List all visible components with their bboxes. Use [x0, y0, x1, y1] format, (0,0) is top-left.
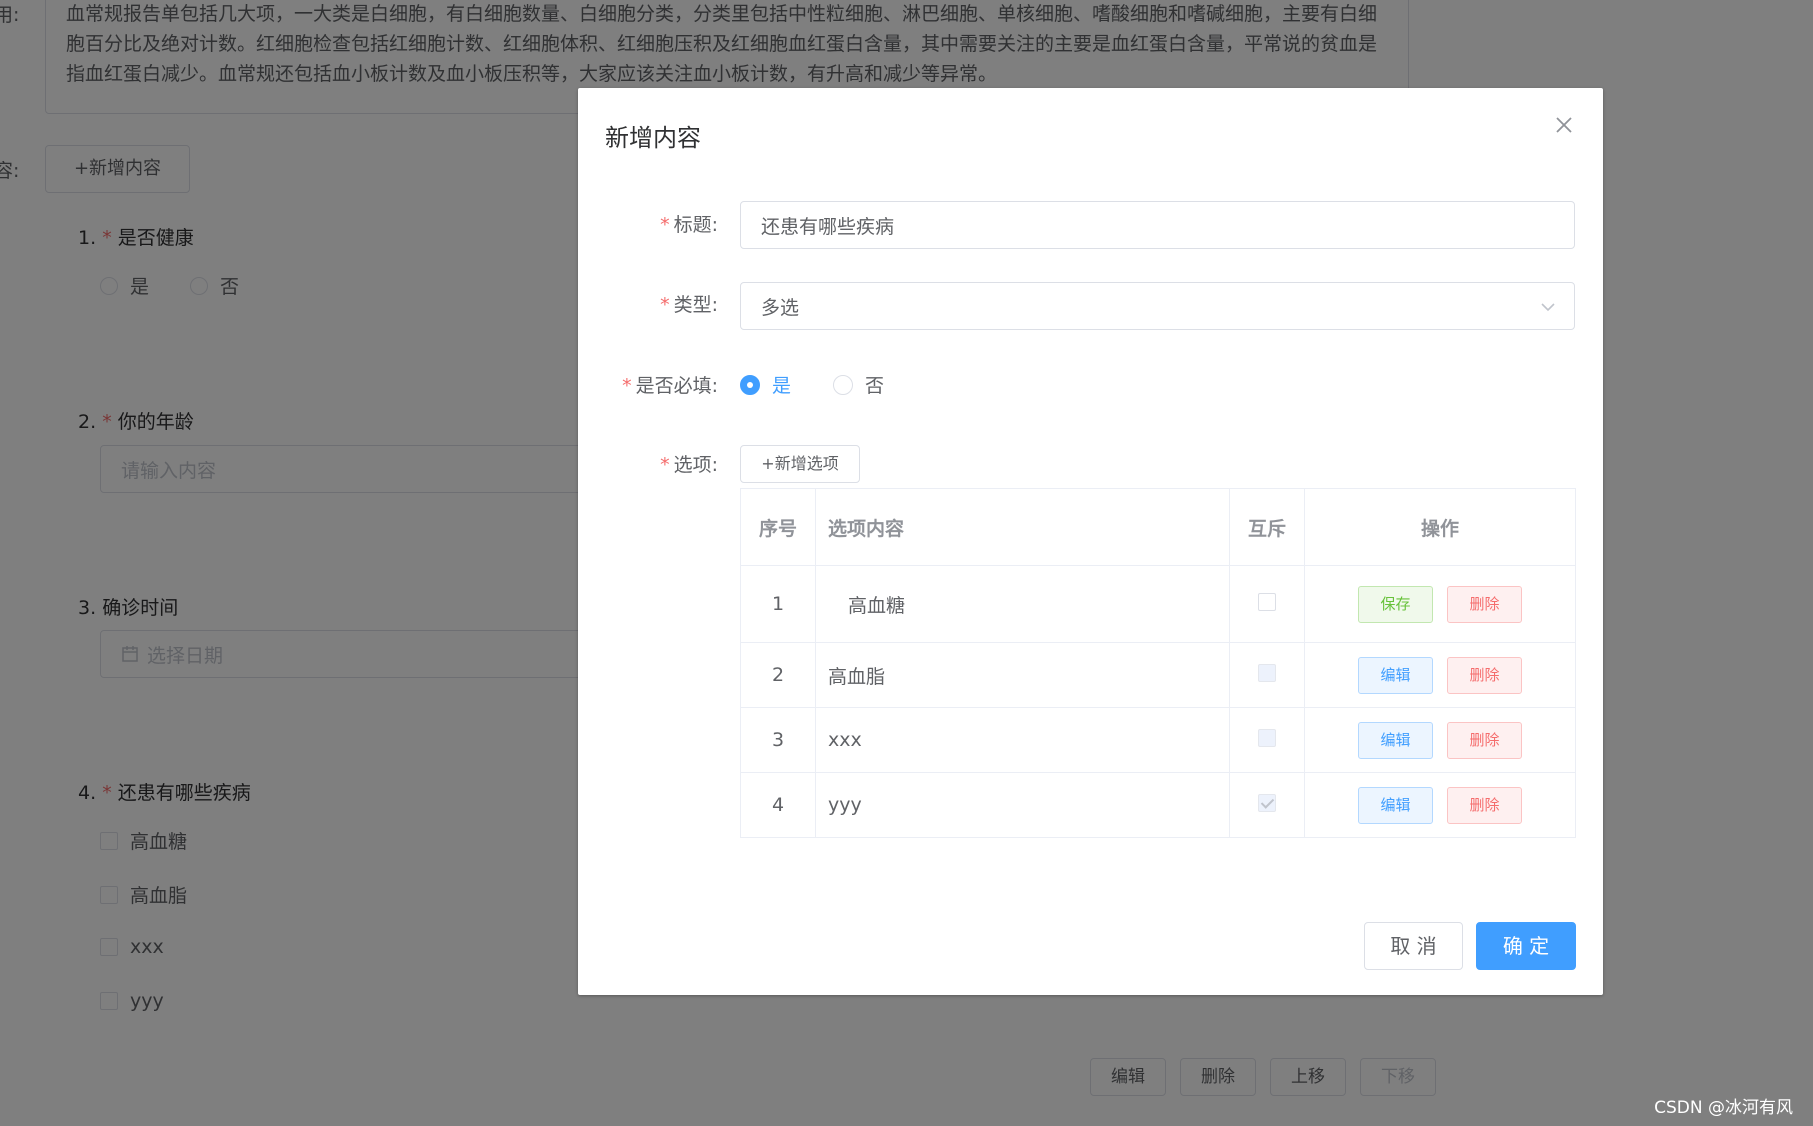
chevron-down-icon	[1541, 303, 1555, 312]
operations-cell: 保存 删除	[1304, 565, 1576, 643]
operations-cell: 编辑 删除	[1304, 642, 1576, 708]
mutex-cell	[1229, 642, 1305, 708]
option-content: xxx	[815, 707, 1230, 773]
operations-cell: 编辑 删除	[1304, 707, 1576, 773]
table-header-row: 序号 选项内容 互斥 操作	[740, 488, 1576, 566]
mutex-checkbox-disabled	[1258, 663, 1276, 682]
header-mutex: 互斥	[1229, 488, 1305, 566]
radio-unchecked-icon	[833, 374, 854, 395]
options-label: * 选项:	[660, 454, 718, 476]
row-number: 4	[740, 772, 816, 838]
operations-cell: 编辑 删除	[1304, 772, 1576, 838]
option-content-input[interactable]: 高血糖	[815, 565, 1230, 643]
mutex-checkbox-disabled	[1258, 728, 1276, 747]
required-radio-no[interactable]: 否	[833, 371, 884, 398]
header-number: 序号	[740, 488, 816, 566]
mutex-cell	[1229, 772, 1305, 838]
edit-option-button[interactable]: 编辑	[1358, 656, 1433, 694]
table-row: 4 yyy 编辑 删除	[740, 772, 1576, 838]
required-radio-yes[interactable]: 是	[740, 371, 791, 398]
edit-option-button[interactable]: 编辑	[1358, 721, 1433, 759]
type-select-value: 多选	[761, 296, 800, 319]
option-content: yyy	[815, 772, 1230, 838]
add-content-dialog: 新增内容 * 标题: 还患有哪些疾病 * 类型: 多选 * 是否必填: 是 否 * 选项…	[578, 88, 1603, 995]
dialog-title: 新增内容	[605, 124, 701, 152]
cancel-button[interactable]: 取 消	[1364, 922, 1463, 970]
title-input[interactable]: 还患有哪些疾病	[740, 201, 1575, 249]
type-label: * 类型:	[660, 294, 718, 316]
delete-option-button[interactable]: 删除	[1447, 656, 1522, 694]
table-row: 2 高血脂 编辑 删除	[740, 642, 1576, 708]
close-icon[interactable]	[1553, 114, 1575, 136]
confirm-button[interactable]: 确 定	[1476, 922, 1576, 970]
mutex-checkbox[interactable]	[1258, 592, 1276, 611]
required-label: * 是否必填:	[622, 375, 718, 397]
title-label: * 标题:	[660, 214, 718, 236]
mutex-cell	[1229, 565, 1305, 643]
add-option-button[interactable]: +新增选项	[740, 445, 860, 483]
table-row: 3 xxx 编辑 删除	[740, 707, 1576, 773]
required-radio-group: 是 否	[740, 371, 926, 398]
header-operations: 操作	[1304, 488, 1576, 566]
row-number: 2	[740, 642, 816, 708]
watermark: CSDN @冰河有风	[1654, 1098, 1793, 1118]
delete-option-button[interactable]: 删除	[1447, 721, 1522, 759]
row-number: 1	[740, 565, 816, 643]
table-row: 1 高血糖 保存 删除	[740, 565, 1576, 643]
mutex-cell	[1229, 707, 1305, 773]
delete-option-button[interactable]: 删除	[1447, 786, 1522, 824]
header-content: 选项内容	[815, 488, 1230, 566]
row-number: 3	[740, 707, 816, 773]
options-table: 序号 选项内容 互斥 操作 1 高血糖 保存 删除 2 高血脂 编辑 删除 3 …	[740, 488, 1576, 838]
radio-checked-icon	[740, 374, 760, 395]
delete-option-button[interactable]: 删除	[1447, 585, 1522, 623]
save-option-button[interactable]: 保存	[1358, 585, 1433, 623]
mutex-checkbox-checked-disabled	[1258, 793, 1276, 812]
edit-option-button[interactable]: 编辑	[1358, 786, 1433, 824]
type-select[interactable]: 多选	[740, 282, 1575, 330]
option-content: 高血脂	[815, 642, 1230, 708]
